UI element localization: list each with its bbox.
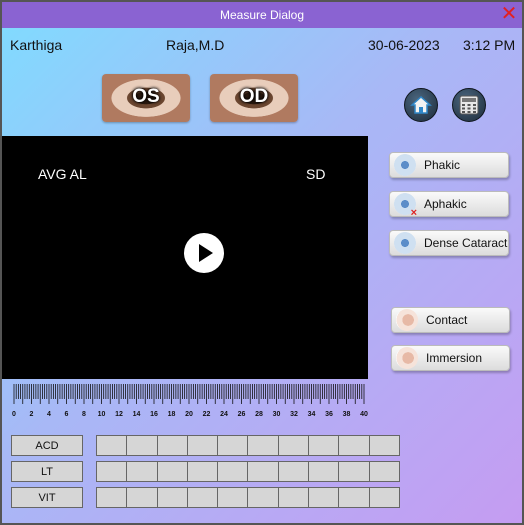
aphakic-label: Aphakic xyxy=(424,197,467,211)
acd-cell xyxy=(309,436,340,455)
vit-cell xyxy=(339,488,370,507)
ruler-tick-label: 38 xyxy=(343,411,351,418)
contact-button[interactable]: Contact xyxy=(391,307,510,333)
lt-cell xyxy=(248,462,279,481)
ruler-tick-label: 0 xyxy=(12,411,16,418)
vit-cells xyxy=(96,487,400,508)
od-label: OD xyxy=(239,86,269,107)
home-button[interactable] xyxy=(404,88,438,122)
lt-cell xyxy=(127,462,158,481)
acd-cell xyxy=(187,436,219,455)
calculator-button[interactable] xyxy=(452,88,486,122)
phakic-eye-icon xyxy=(394,154,416,176)
lt-label: LT xyxy=(11,461,83,482)
acd-cell xyxy=(218,436,249,455)
lt-cell xyxy=(157,462,188,481)
vit-cell xyxy=(97,488,128,507)
ruler-tick-label: 10 xyxy=(98,411,106,418)
acd-cell xyxy=(97,436,128,455)
time-label: 3:12 PM xyxy=(463,37,516,53)
dense-cataract-label: Dense Cataract xyxy=(424,236,508,250)
avg-al-label: AVG AL xyxy=(38,166,87,182)
contact-probe-icon xyxy=(396,309,418,331)
lt-cell xyxy=(278,462,310,481)
play-icon[interactable] xyxy=(184,233,224,273)
vit-cell xyxy=(157,488,188,507)
acd-cell xyxy=(157,436,188,455)
ruler-tick-label: 12 xyxy=(115,411,123,418)
contact-label: Contact xyxy=(426,313,468,327)
vit-cell xyxy=(278,488,310,507)
home-icon xyxy=(410,95,432,114)
dense-cataract-button[interactable]: Dense Cataract xyxy=(389,230,509,256)
ruler-tick-label: 28 xyxy=(255,411,263,418)
lt-cell xyxy=(97,462,128,481)
acd-cell xyxy=(127,436,158,455)
vit-cell xyxy=(127,488,158,507)
phakic-label: Phakic xyxy=(424,158,461,172)
lt-cells xyxy=(96,461,400,482)
vit-cell xyxy=(309,488,340,507)
acd-label: ACD xyxy=(11,435,83,456)
ruler-tick-label: 8 xyxy=(82,411,86,418)
acd-cell xyxy=(339,436,370,455)
ruler-tick-label: 20 xyxy=(185,411,193,418)
acd-cells xyxy=(96,435,400,456)
ruler-tick-label: 24 xyxy=(220,411,228,418)
lt-cell xyxy=(218,462,249,481)
vit-label: VIT xyxy=(11,487,83,508)
lt-cell xyxy=(369,462,399,481)
measure-dialog-window: Measure Dialog ✕ Karthiga Raja,M.D 30-06… xyxy=(0,0,524,525)
acd-cell xyxy=(278,436,310,455)
lt-cell xyxy=(187,462,219,481)
ruler-tick-label: 4 xyxy=(47,411,51,418)
sd-label: SD xyxy=(306,166,326,182)
immersion-label: Immersion xyxy=(426,351,483,365)
vit-cell xyxy=(248,488,279,507)
acd-cell xyxy=(369,436,399,455)
calculator-icon xyxy=(459,95,479,115)
ruler-tick-label: 18 xyxy=(168,411,176,418)
lt-cell xyxy=(339,462,370,481)
ruler-tick-label: 40 xyxy=(360,411,368,418)
patient-name: Karthiga xyxy=(10,37,63,53)
acd-cell xyxy=(248,436,279,455)
immersion-button[interactable]: Immersion xyxy=(391,345,510,371)
immersion-probe-icon xyxy=(396,347,418,369)
date-label: 30-06-2023 xyxy=(368,37,440,53)
aphakic-eye-icon xyxy=(394,193,417,219)
ruler-tick-label: 34 xyxy=(308,411,316,418)
ruler-tick-label: 6 xyxy=(65,411,69,418)
vit-cell xyxy=(218,488,249,507)
ruler-tick-label: 16 xyxy=(150,411,158,418)
vit-cell xyxy=(369,488,399,507)
os-eye-button[interactable]: OS xyxy=(102,74,190,122)
ruler-tick-label: 22 xyxy=(203,411,211,418)
measurement-ruler: 0 2 4 6 8 10 12 14 16 18 20 22 24 26 28 30 32 34 36 38 40 xyxy=(12,384,368,418)
os-label: OS xyxy=(132,86,160,107)
ruler-tick-label: 30 xyxy=(273,411,281,418)
ruler-tick-label: 26 xyxy=(238,411,246,418)
dense-cataract-eye-icon xyxy=(394,232,416,254)
ruler-tick-label: 14 xyxy=(133,411,141,418)
doctor-name: Raja,M.D xyxy=(166,37,225,53)
title-bar: Measure Dialog ✕ xyxy=(2,2,522,28)
ruler-tick-label: 32 xyxy=(290,411,298,418)
phakic-button[interactable]: Phakic xyxy=(389,152,509,178)
od-eye-button[interactable]: OD xyxy=(210,74,298,122)
close-button[interactable]: ✕ xyxy=(500,4,518,24)
ruler-tick-label: 2 xyxy=(30,411,34,418)
lt-cell xyxy=(309,462,340,481)
video-panel[interactable]: AVG AL SD xyxy=(2,136,368,379)
vit-cell xyxy=(187,488,219,507)
aphakic-button[interactable]: Aphakic xyxy=(389,191,509,219)
window-title: Measure Dialog xyxy=(219,8,305,22)
ruler-tick-label: 36 xyxy=(325,411,333,418)
